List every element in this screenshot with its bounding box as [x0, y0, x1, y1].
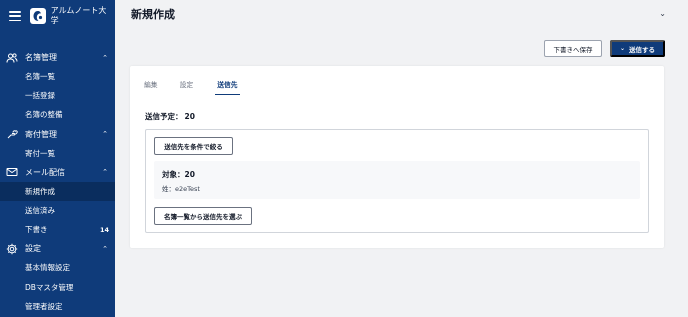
chevron-up-icon: ⌃ [102, 244, 108, 253]
select-from-roster-button[interactable]: 名簿一覧から送信先を選ぶ [154, 207, 252, 225]
sidebar-item-admin-settings[interactable]: 管理者設定 [0, 297, 115, 316]
sidebar-nav: 名簿管理 ⌃ 名簿一覧 一括登録 名簿の整備 寄付管理 ⌃ 寄付一覧 メール配信… [0, 48, 115, 316]
filter-recipients-button[interactable]: 送信先を条件で絞る [154, 137, 233, 155]
sidebar-item-basic-settings[interactable]: 基本情報設定 [0, 258, 115, 277]
brand-name: アルムノート大学 [50, 6, 107, 25]
send-button[interactable]: ⌄ 送信する [610, 40, 665, 57]
sidebar-item-roster-maintenance[interactable]: 名簿の整備 [0, 105, 115, 124]
sidebar-item-drafts[interactable]: 下書き 14 [0, 220, 115, 239]
sidebar-section-mail[interactable]: メール配信 ⌃ [0, 163, 115, 182]
account-menu-chevron-icon[interactable]: ⌄ [659, 9, 666, 18]
chevron-up-icon: ⌃ [102, 130, 108, 139]
editor-tabs: 編集 設定 送信先 [144, 79, 262, 95]
save-draft-button[interactable]: 下書きへ保存 [544, 40, 602, 57]
planned-recipients: 送信予定： 20 [145, 111, 195, 122]
tab-recipients[interactable]: 送信先 [215, 79, 240, 95]
gear-icon [6, 243, 18, 255]
target-condition: 姓：e2eTest [162, 185, 200, 193]
planned-recipients-label: 送信予定： [145, 112, 183, 121]
sidebar-item-new-mail[interactable]: 新規作成 [0, 181, 115, 201]
sidebar: アルムノート大学 名簿管理 ⌃ 名簿一覧 一括登録 名簿の整備 寄付管理 ⌃ 寄… [0, 0, 115, 317]
tab-edit[interactable]: 編集 [144, 79, 158, 95]
page-header: 新規作成 [115, 0, 688, 28]
mail-icon [6, 166, 18, 178]
recipients-panel: 送信先を条件で絞る 対象：20 姓：e2eTest 名簿一覧から送信先を選ぶ [145, 129, 649, 233]
hamburger-menu-icon[interactable] [9, 11, 21, 21]
drafts-count-badge: 14 [99, 225, 109, 234]
university-logo [29, 8, 46, 24]
chevron-up-icon: ⌃ [102, 53, 108, 62]
sidebar-item-roster-list[interactable]: 名簿一覧 [0, 67, 115, 86]
sidebar-item-bulk-register[interactable]: 一括登録 [0, 86, 115, 105]
page-title: 新規作成 [131, 8, 175, 21]
planned-recipients-count: 20 [184, 112, 195, 121]
target-summary: 対象：20 姓：e2eTest [154, 161, 640, 199]
chevron-down-icon: ⌄ [619, 45, 626, 52]
sidebar-item-sent[interactable]: 送信済み [0, 201, 115, 220]
sidebar-section-settings[interactable]: 設定 ⌃ [0, 239, 115, 258]
tab-settings[interactable]: 設定 [180, 79, 194, 95]
sidebar-item-donation-list[interactable]: 寄付一覧 [0, 144, 115, 163]
sidebar-item-db-master[interactable]: DBマスタ管理 [0, 278, 115, 297]
send-button-label: 送信する [629, 45, 656, 54]
brand-bar: アルムノート大学 [0, 0, 115, 32]
mail-editor-card: 編集 設定 送信先 送信予定： 20 送信先を条件で絞る 対象：20 姓：e2eT… [130, 66, 664, 248]
target-count: 対象：20 [162, 170, 195, 179]
chevron-up-icon: ⌃ [102, 168, 108, 177]
sidebar-section-roster[interactable]: 名簿管理 ⌃ [0, 48, 115, 67]
sidebar-section-donations[interactable]: 寄付管理 ⌃ [0, 125, 115, 144]
users-icon [6, 52, 18, 64]
hand-heart-icon [6, 128, 18, 140]
